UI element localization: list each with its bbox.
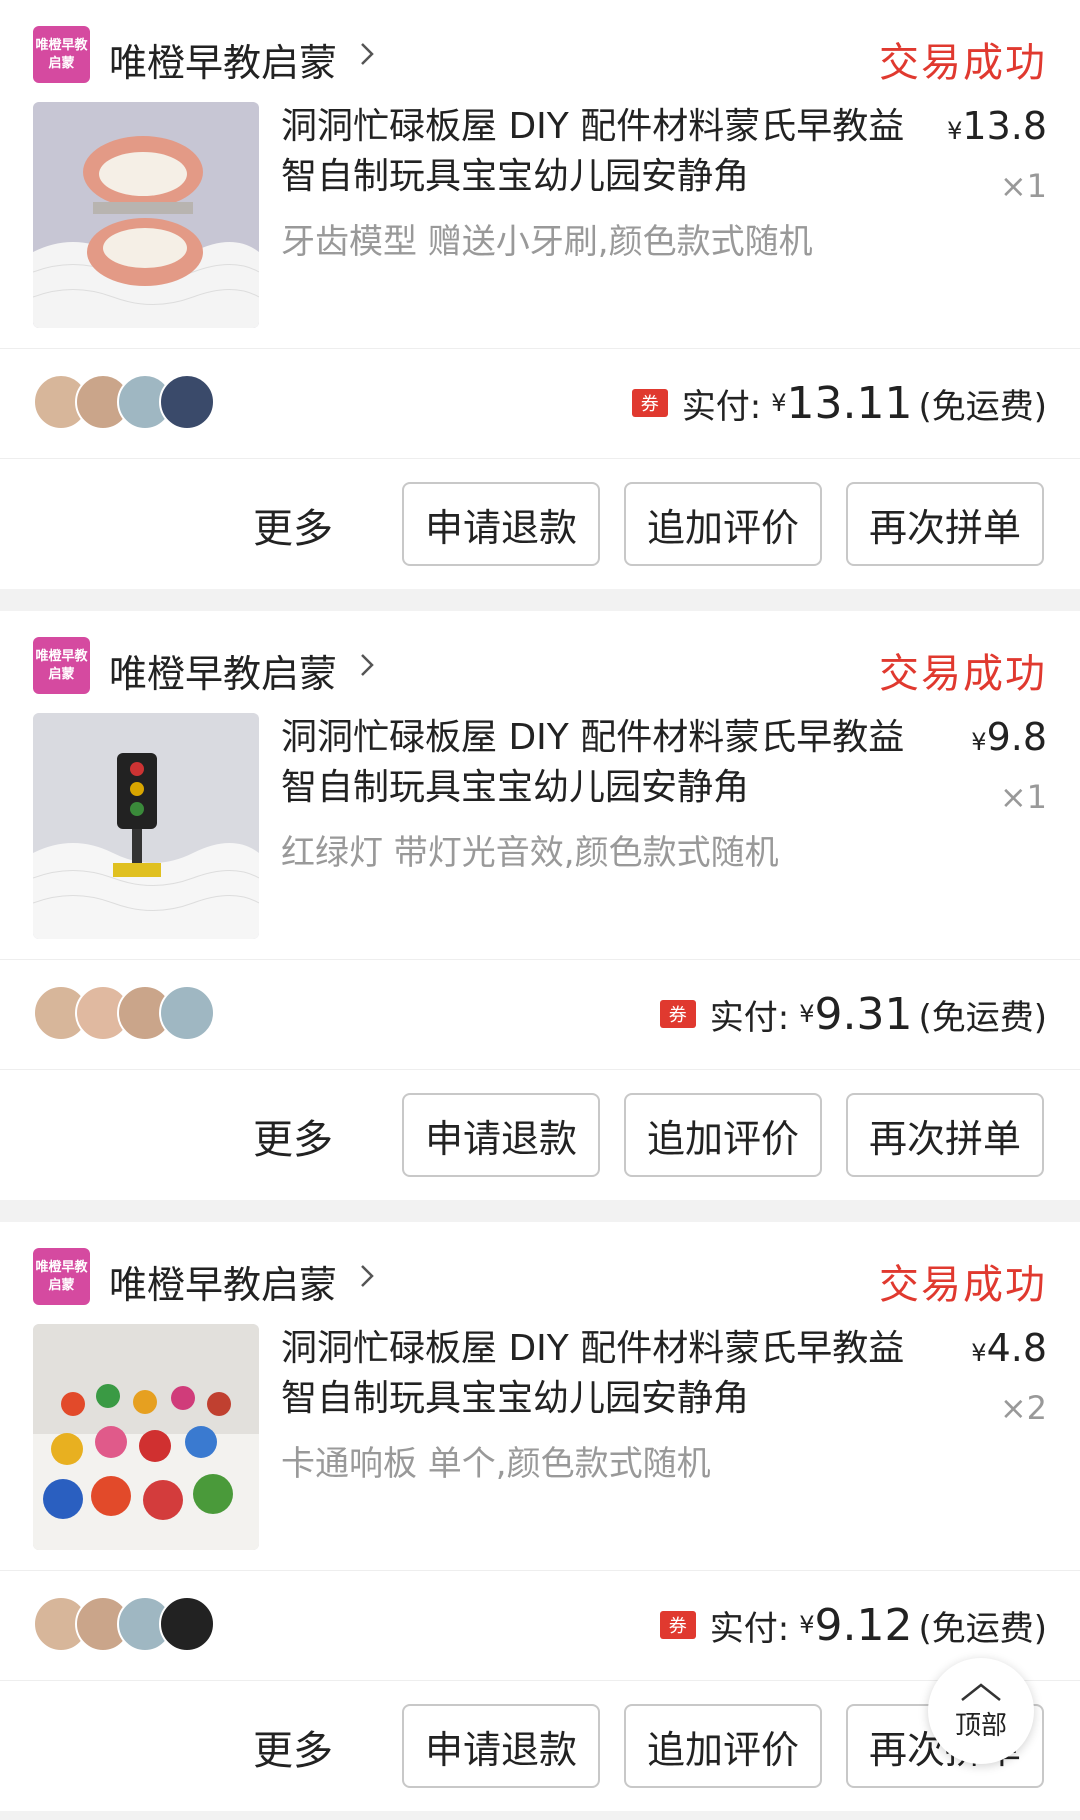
coupon-icon: 券 xyxy=(659,1000,696,1028)
chevron-right-icon[interactable] xyxy=(353,651,381,679)
order-status: 交易成功 xyxy=(879,40,1047,86)
product-quantity: ×1 xyxy=(999,778,1047,816)
product-spec: 卡通响板 单个,颜色款式随机 xyxy=(281,1444,711,1484)
order-actions: 更多 申请退款 追加评价 再次拼单 xyxy=(0,1093,1080,1179)
coupon-icon: 券 xyxy=(631,389,668,417)
shop-logo: 唯橙早教启蒙 xyxy=(33,637,90,694)
divider xyxy=(0,348,1080,349)
payment-summary: 券 实付: ¥ 9.31 (免运费) xyxy=(659,988,1047,1040)
product-image[interactable] xyxy=(33,102,259,328)
payment-summary: 券 实付: ¥ 9.12 (免运费) xyxy=(659,1599,1047,1651)
payment-summary: 券 实付: ¥ 13.11 (免运费) xyxy=(631,377,1047,429)
divider xyxy=(0,458,1080,459)
shipping-note: (免运费) xyxy=(918,1608,1047,1649)
more-button[interactable]: 更多 xyxy=(253,1107,333,1165)
regroup-button[interactable]: 再次拼单 xyxy=(846,482,1044,566)
product-quantity: ×2 xyxy=(999,1389,1047,1427)
shop-name[interactable]: 唯橙早教启蒙 xyxy=(109,32,337,87)
product-row[interactable]: 洞洞忙碌板屋 DIY 配件材料蒙氏早教益智自制玩具宝宝幼儿园安静角 牙齿模型 赠… xyxy=(33,102,1047,328)
group-avatars xyxy=(33,374,233,430)
payment-amount: 13.11 xyxy=(786,377,913,429)
refund-button[interactable]: 申请退款 xyxy=(402,482,600,566)
product-image[interactable] xyxy=(33,713,259,939)
payment-label: 实付: xyxy=(709,1608,790,1649)
shop-row[interactable]: 唯橙早教启蒙 唯橙早教启蒙 交易成功 xyxy=(33,26,1047,86)
product-spec: 红绿灯 带灯光音效,颜色款式随机 xyxy=(281,833,779,873)
product-spec: 牙齿模型 赠送小牙刷,颜色款式随机 xyxy=(281,222,813,262)
coupon-icon: 券 xyxy=(659,1611,696,1639)
more-button[interactable]: 更多 xyxy=(253,496,333,554)
payment-currency: ¥ xyxy=(771,389,787,417)
product-image[interactable] xyxy=(33,1324,259,1550)
payment-label: 实付: xyxy=(709,997,790,1038)
payment-currency: ¥ xyxy=(799,1000,815,1028)
back-to-top-button[interactable]: 顶部 xyxy=(928,1658,1034,1764)
shop-logo: 唯橙早教启蒙 xyxy=(33,26,90,83)
product-quantity: ×1 xyxy=(999,167,1047,205)
refund-button[interactable]: 申请退款 xyxy=(402,1093,600,1177)
divider xyxy=(0,1570,1080,1571)
product-price: ¥4.8 xyxy=(971,1326,1047,1370)
divider xyxy=(0,1680,1080,1681)
product-title: 洞洞忙碌板屋 DIY 配件材料蒙氏早教益智自制玩具宝宝幼儿园安静角 xyxy=(281,717,905,808)
chevron-right-icon[interactable] xyxy=(353,40,381,68)
payment-currency: ¥ xyxy=(799,1611,815,1639)
order-status: 交易成功 xyxy=(879,651,1047,697)
shop-logo: 唯橙早教启蒙 xyxy=(33,1248,90,1305)
divider xyxy=(0,959,1080,960)
order-status: 交易成功 xyxy=(879,1262,1047,1308)
divider xyxy=(0,1069,1080,1070)
product-row[interactable]: 洞洞忙碌板屋 DIY 配件材料蒙氏早教益智自制玩具宝宝幼儿园安静角 卡通响板 单… xyxy=(33,1324,1047,1550)
product-title: 洞洞忙碌板屋 DIY 配件材料蒙氏早教益智自制玩具宝宝幼儿园安静角 xyxy=(281,106,905,197)
refund-button[interactable]: 申请退款 xyxy=(402,1704,600,1788)
more-button[interactable]: 更多 xyxy=(253,1718,333,1776)
order-actions: 更多 申请退款 追加评价 再次拼单 xyxy=(0,482,1080,568)
product-price: ¥13.8 xyxy=(947,104,1047,148)
avatar xyxy=(159,1596,215,1652)
payment-label: 实付: xyxy=(681,386,762,427)
chevron-up-icon xyxy=(961,1682,1001,1701)
shipping-note: (免运费) xyxy=(918,997,1047,1038)
shop-row[interactable]: 唯橙早教启蒙 唯橙早教启蒙 交易成功 xyxy=(33,637,1047,697)
order-actions: 更多 申请退款 追加评价 再次拼单 xyxy=(0,1704,1080,1790)
order-card: 唯橙早教启蒙 唯橙早教启蒙 交易成功 洞洞忙碌板屋 DIY 配件材料蒙氏早教益智… xyxy=(0,0,1080,589)
shipping-note: (免运费) xyxy=(918,386,1047,427)
avatar xyxy=(159,374,215,430)
group-avatars xyxy=(33,1596,233,1652)
payment-amount: 9.12 xyxy=(814,1599,913,1651)
payment-amount: 9.31 xyxy=(814,988,913,1040)
add-review-button[interactable]: 追加评价 xyxy=(624,482,822,566)
regroup-button[interactable]: 再次拼单 xyxy=(846,1093,1044,1177)
avatar xyxy=(159,985,215,1041)
order-card: 唯橙早教启蒙 唯橙早教启蒙 交易成功 洞洞忙碌板屋 DIY 配件材料蒙氏早教益智… xyxy=(0,611,1080,1200)
shop-row[interactable]: 唯橙早教启蒙 唯橙早教启蒙 交易成功 xyxy=(33,1248,1047,1308)
product-price: ¥9.8 xyxy=(971,715,1047,759)
shop-name[interactable]: 唯橙早教启蒙 xyxy=(109,643,337,698)
add-review-button[interactable]: 追加评价 xyxy=(624,1704,822,1788)
group-avatars xyxy=(33,985,233,1041)
chevron-right-icon[interactable] xyxy=(353,1262,381,1290)
product-title: 洞洞忙碌板屋 DIY 配件材料蒙氏早教益智自制玩具宝宝幼儿园安静角 xyxy=(281,1328,905,1419)
back-to-top-label: 顶部 xyxy=(954,1710,1007,1741)
shop-name[interactable]: 唯橙早教启蒙 xyxy=(109,1254,337,1309)
product-row[interactable]: 洞洞忙碌板屋 DIY 配件材料蒙氏早教益智自制玩具宝宝幼儿园安静角 红绿灯 带灯… xyxy=(33,713,1047,939)
order-card: 唯橙早教启蒙 唯橙早教启蒙 交易成功 洞洞忙碌板屋 DIY 配件材料蒙氏早教益智… xyxy=(0,1222,1080,1811)
add-review-button[interactable]: 追加评价 xyxy=(624,1093,822,1177)
